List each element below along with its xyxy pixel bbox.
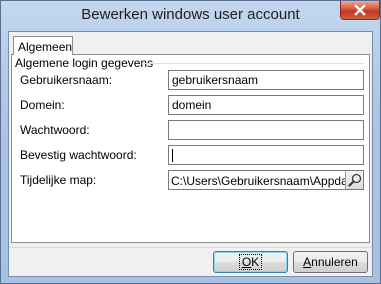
- annuleren-label: Annuleren: [303, 255, 358, 269]
- title-bar[interactable]: Bewerken windows user account: [1, 1, 380, 31]
- bevestig-wachtwoord-input[interactable]: [168, 145, 364, 165]
- tijdelijke-map-input[interactable]: C:\Users\Gebruikersnaam\Appdata\Lo: [168, 170, 364, 190]
- tab-algemeen[interactable]: Algemeen: [13, 36, 73, 55]
- gebruikersnaam-label: Gebruikersnaam:: [20, 73, 113, 87]
- group-divider: [142, 63, 364, 64]
- bevestig-wachtwoord-label: Bevestig wachtwoord:: [20, 148, 137, 162]
- dialog-window: Bewerken windows user account Algemeen A…: [0, 0, 381, 284]
- annuleren-button[interactable]: Annuleren: [293, 251, 368, 273]
- domein-input[interactable]: [168, 95, 364, 115]
- ok-label: OK: [238, 254, 263, 270]
- footer-divider: [9, 247, 372, 248]
- close-button[interactable]: [340, 1, 380, 20]
- browse-button[interactable]: [345, 171, 363, 189]
- wachtwoord-input[interactable]: [168, 120, 364, 140]
- tijdelijke-map-value: C:\Users\Gebruikersnaam\Appdata\Lo: [171, 174, 364, 188]
- ok-button[interactable]: OK: [213, 251, 288, 273]
- group-title: Algemene login gegevens: [15, 56, 154, 70]
- tijdelijke-map-label: Tijdelijke map:: [20, 173, 97, 187]
- window-title: Bewerken windows user account: [81, 6, 300, 23]
- domein-label: Domein:: [20, 98, 65, 112]
- tab-label: Algemeen: [18, 40, 73, 54]
- magnifier-icon: [347, 173, 361, 187]
- tab-panel-algemeen: Algemene login gegevens Gebruikersnaam: …: [11, 54, 370, 243]
- gebruikersnaam-input[interactable]: [168, 70, 364, 90]
- text-caret: [172, 149, 173, 162]
- close-icon: [354, 4, 366, 16]
- wachtwoord-label: Wachtwoord:: [20, 123, 90, 137]
- dialog-client-area: Algemeen Algemene login gegevens Gebruik…: [8, 31, 373, 277]
